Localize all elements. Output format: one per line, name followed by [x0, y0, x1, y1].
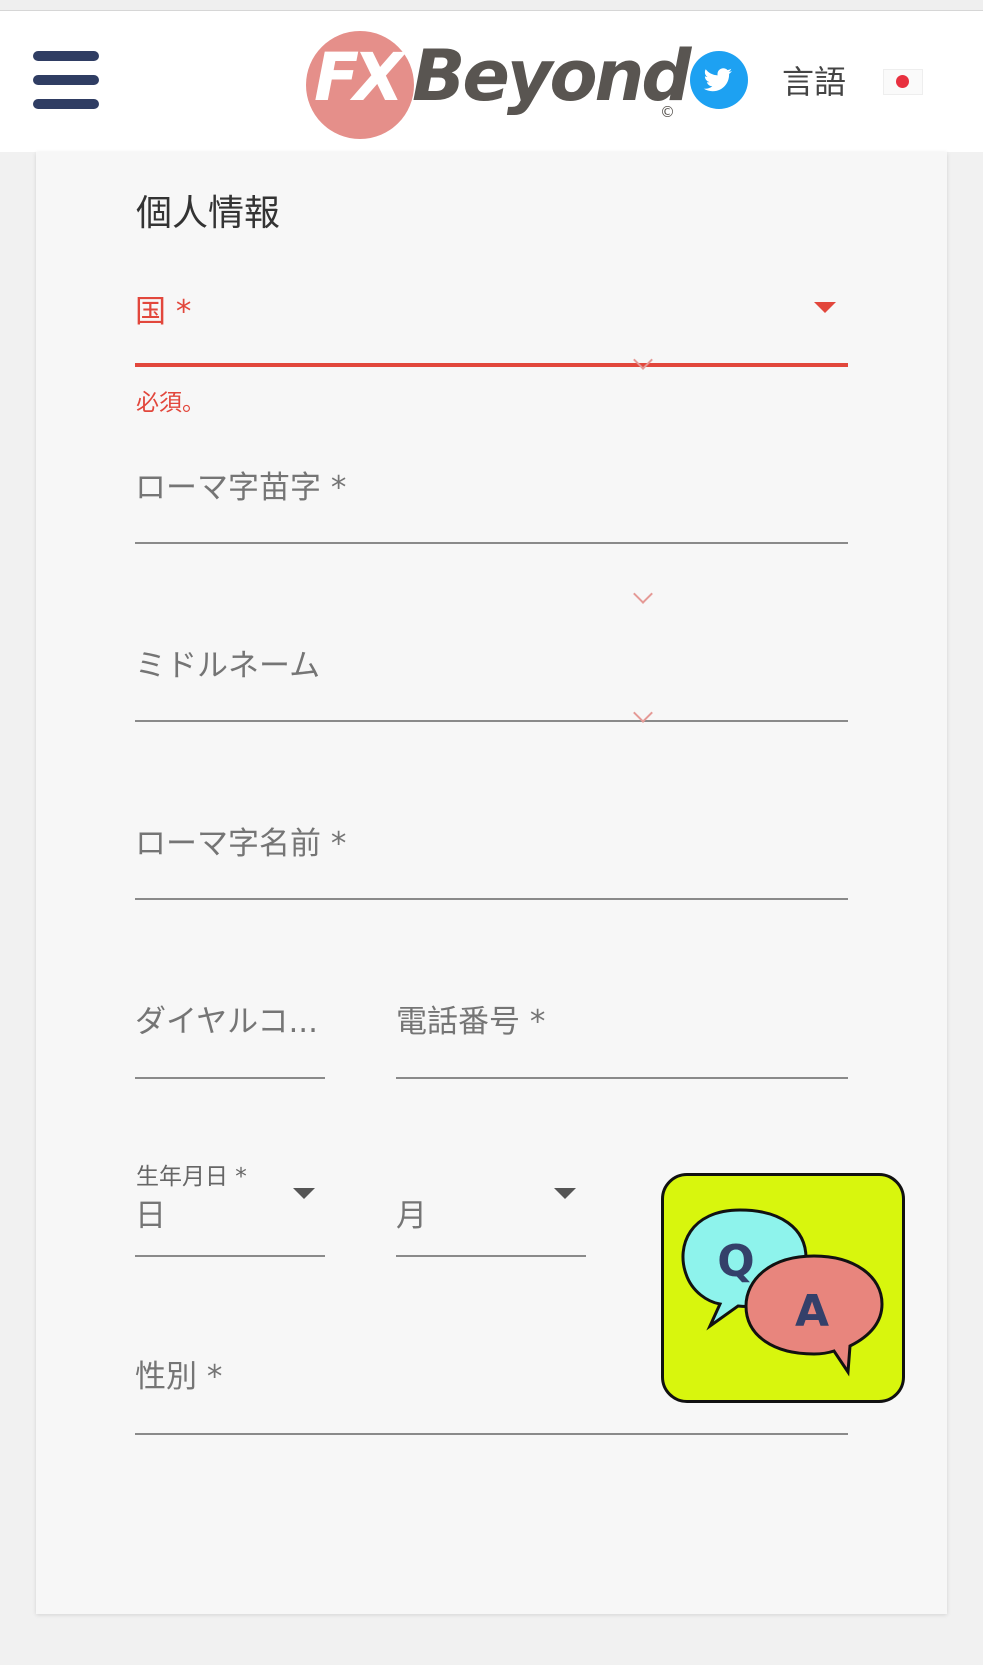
birth-month-placeholder: 月 [396, 1198, 427, 1234]
twitter-bird-icon [703, 68, 732, 92]
site-header: FX Beyond © 言語 [0, 11, 983, 152]
country-error-message: 必須。 [136, 390, 205, 416]
first-name-underline [135, 898, 848, 900]
middle-name-input[interactable]: ミドルネーム [135, 640, 848, 724]
japan-flag-icon[interactable] [883, 69, 923, 95]
fxbeyond-logo[interactable]: FX Beyond © [306, 25, 691, 141]
last-name-underline [135, 542, 848, 544]
country-dropdown-arrow-icon [814, 302, 836, 313]
dial-code-select[interactable]: ダイヤルコ... [135, 996, 325, 1080]
phone-number-label: 電話番号 * [396, 1004, 546, 1040]
qa-a-letter: A [795, 1286, 829, 1337]
last-name-label: ローマ字苗字 * [135, 470, 347, 506]
last-name-input[interactable]: ローマ字苗字 * [135, 462, 848, 546]
dial-code-underline [135, 1077, 325, 1079]
first-name-input[interactable]: ローマ字名前 * [135, 818, 848, 902]
logo-beyond-text: Beyond [412, 35, 691, 117]
logo-copyright-mark: © [660, 103, 675, 121]
birth-month-underline [396, 1255, 586, 1257]
qa-q-letter: Q [717, 1236, 754, 1287]
country-label: 国 * [135, 294, 192, 330]
logo-fx-text: FX [314, 39, 404, 116]
birth-day-select[interactable]: 日 [135, 1188, 325, 1260]
dial-code-label: ダイヤルコ... [135, 1004, 319, 1040]
language-selector-label[interactable]: 言語 [782, 57, 846, 103]
qa-bubbles-icon: Q A [681, 1208, 884, 1377]
qa-chat-widget[interactable]: Q A [661, 1173, 905, 1403]
country-select[interactable]: 国 * [135, 280, 848, 370]
gender-underline [135, 1433, 848, 1435]
birth-day-underline [135, 1255, 325, 1257]
birth-month-dropdown-arrow-icon [554, 1188, 576, 1199]
first-name-label: ローマ字名前 * [135, 826, 347, 862]
country-underline [135, 363, 848, 367]
middle-name-underline [135, 720, 848, 722]
gender-label: 性別 * [135, 1359, 223, 1395]
birthdate-label: 生年月日 * [136, 1164, 247, 1190]
section-title: 個人情報 [136, 193, 281, 234]
birth-day-placeholder: 日 [135, 1198, 166, 1234]
phone-number-input[interactable]: 電話番号 * [396, 996, 848, 1080]
hamburger-menu-icon[interactable] [33, 51, 99, 109]
birth-month-select[interactable]: 月 [396, 1188, 586, 1260]
middle-name-label: ミドルネーム [135, 648, 321, 684]
twitter-icon[interactable] [690, 51, 748, 109]
phone-number-underline [396, 1077, 848, 1079]
browser-top-strip [0, 0, 983, 11]
birth-day-dropdown-arrow-icon [293, 1188, 315, 1199]
